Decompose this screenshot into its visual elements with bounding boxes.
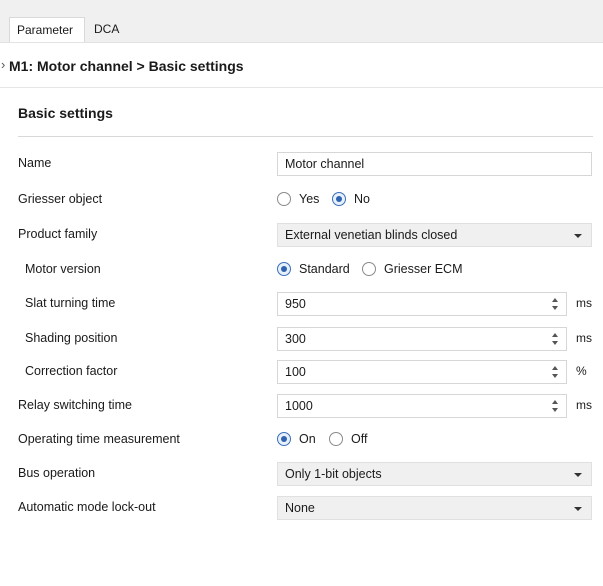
correction-factor-value: 100	[285, 365, 306, 379]
tab-parameter[interactable]: Parameter	[9, 17, 85, 42]
slat-turning-time-unit: ms	[576, 296, 592, 310]
product-family-select[interactable]: External venetian blinds closed	[277, 223, 592, 247]
breadcrumb: › M1: Motor channel > Basic settings	[0, 43, 603, 88]
row-bus-operation: Bus operation Only 1-bit objects	[0, 462, 603, 486]
griesser-object-label: Griesser object	[18, 192, 103, 206]
row-griesser-object: Griesser object Yes No	[0, 188, 603, 212]
chevron-down-icon	[574, 234, 582, 238]
name-input[interactable]: Motor channel	[277, 152, 592, 176]
tab-dca[interactable]: DCA	[94, 17, 119, 42]
relay-switching-time-input[interactable]: 1000	[277, 394, 567, 418]
chevron-down-icon	[574, 473, 582, 477]
chevron-right-icon: ›	[1, 57, 6, 72]
radio-checked-icon	[277, 432, 291, 446]
correction-factor-label: Correction factor	[25, 364, 118, 378]
product-family-value: External venetian blinds closed	[285, 228, 458, 242]
spin-stepper-icon[interactable]	[552, 364, 560, 380]
automatic-mode-lockout-value: None	[285, 501, 315, 515]
section-divider	[18, 136, 593, 137]
radio-circle-icon	[362, 262, 376, 276]
radio-circle-icon	[277, 192, 291, 206]
radio-label: Standard	[299, 262, 350, 276]
row-slat-turning-time: Slat turning time 950 ms	[0, 292, 603, 316]
row-relay-switching-time: Relay switching time 1000 ms	[0, 394, 603, 418]
row-operating-time-measurement: Operating time measurement On Off	[0, 428, 603, 452]
name-label: Name	[18, 156, 52, 170]
radio-circle-icon	[329, 432, 343, 446]
tab-bar: Parameter DCA	[0, 0, 603, 43]
row-correction-factor: Correction factor 100 %	[0, 360, 603, 384]
row-product-family: Product family External venetian blinds …	[0, 223, 603, 247]
automatic-mode-lockout-label: Automatic mode lock-out	[18, 500, 156, 514]
slat-turning-time-input[interactable]: 950	[277, 292, 567, 316]
bus-operation-label: Bus operation	[18, 466, 96, 480]
shading-position-label: Shading position	[25, 331, 118, 345]
spin-stepper-icon[interactable]	[552, 331, 560, 347]
spin-stepper-icon[interactable]	[552, 398, 560, 414]
chevron-down-icon	[574, 507, 582, 511]
operating-time-measurement-label: Operating time measurement	[18, 432, 180, 446]
spin-stepper-icon[interactable]	[552, 296, 560, 312]
row-motor-version: Motor version Standard Griesser ECM	[0, 258, 603, 282]
correction-factor-unit: %	[576, 364, 587, 378]
section-title: Basic settings	[18, 105, 113, 121]
automatic-mode-lockout-select[interactable]: None	[277, 496, 592, 520]
relay-switching-time-label: Relay switching time	[18, 398, 132, 412]
correction-factor-input[interactable]: 100	[277, 360, 567, 384]
product-family-label: Product family	[18, 227, 98, 241]
breadcrumb-path: M1: Motor channel > Basic settings	[9, 58, 244, 74]
radio-checked-icon	[332, 192, 346, 206]
shading-position-unit: ms	[576, 331, 592, 345]
radio-label: Off	[351, 432, 368, 446]
slat-turning-time-value: 950	[285, 297, 306, 311]
row-name: Name Motor channel	[0, 152, 603, 176]
radio-label: Griesser ECM	[384, 262, 463, 276]
row-shading-position: Shading position 300 ms	[0, 327, 603, 351]
bus-operation-select[interactable]: Only 1-bit objects	[277, 462, 592, 486]
relay-switching-time-unit: ms	[576, 398, 592, 412]
radio-label: Yes	[299, 192, 320, 206]
relay-switching-time-value: 1000	[285, 399, 313, 413]
shading-position-value: 300	[285, 332, 306, 346]
row-automatic-mode-lockout: Automatic mode lock-out None	[0, 496, 603, 520]
slat-turning-time-label: Slat turning time	[25, 296, 116, 310]
shading-position-input[interactable]: 300	[277, 327, 567, 351]
radio-label: On	[299, 432, 316, 446]
bus-operation-value: Only 1-bit objects	[285, 467, 382, 481]
motor-version-label: Motor version	[25, 262, 101, 276]
radio-label: No	[354, 192, 370, 206]
radio-checked-icon	[277, 262, 291, 276]
